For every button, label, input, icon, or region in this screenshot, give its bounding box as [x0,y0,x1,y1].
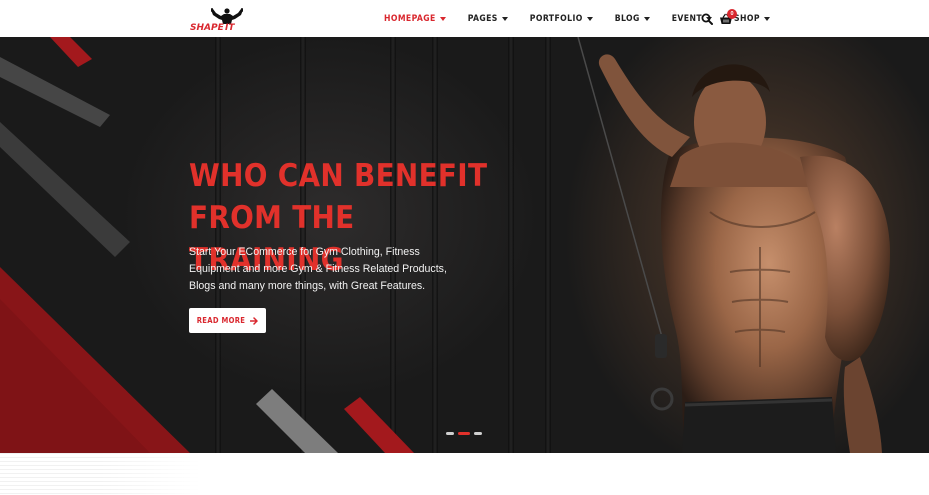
section-decoration-fade [0,453,200,495]
nav-item-label: BLOG [614,13,640,24]
site-header: SHAPE IT HOMEPAGE PAGES PORTFOLIO BLOG E… [0,0,929,37]
site-logo[interactable]: SHAPE IT [188,6,254,32]
hero-title-line1: WHO CAN BENEFIT [189,158,488,194]
nav-item-label: SHOP [734,13,760,24]
nav-item-blog[interactable]: BLOG [615,14,650,24]
caret-down-icon [501,16,508,21]
caret-down-icon [643,16,650,21]
nav-item-portfolio[interactable]: PORTFOLIO [530,14,593,24]
nav-item-homepage[interactable]: HOMEPAGE [384,14,446,24]
svg-text:IT: IT [225,23,235,32]
slider-pagination [446,432,482,435]
slider-dot[interactable] [474,432,482,435]
read-more-label: READ MORE [196,316,246,325]
nav-item-shop[interactable]: SHOP [734,14,770,24]
nav-item-label: PAGES [467,13,498,24]
slider-dot-active[interactable] [458,432,470,435]
nav-item-label: EVENT [671,13,703,24]
search-icon [701,13,713,25]
search-button[interactable] [701,12,713,25]
slider-dot[interactable] [446,432,454,435]
caret-down-icon [763,16,770,21]
nav-item-label: PORTFOLIO [529,13,583,24]
nav-item-label: HOMEPAGE [384,13,436,24]
nav-item-pages[interactable]: PAGES [468,14,508,24]
arrow-right-icon [250,316,259,325]
svg-text:SHAPE: SHAPE [190,23,225,32]
read-more-button[interactable]: READ MORE [189,308,266,333]
caret-down-icon [439,16,446,21]
hero-description: Start Your ECommerce for Gym Clothing, F… [189,246,447,292]
hero-slider: WHO CAN BENEFIT FROM THE TRAINING Start … [0,37,929,453]
athlete-image [598,54,890,453]
cart-count-badge: 0 [727,9,737,19]
bodybuilder-logo-icon: SHAPE IT [190,8,243,32]
caret-down-icon [586,16,593,21]
